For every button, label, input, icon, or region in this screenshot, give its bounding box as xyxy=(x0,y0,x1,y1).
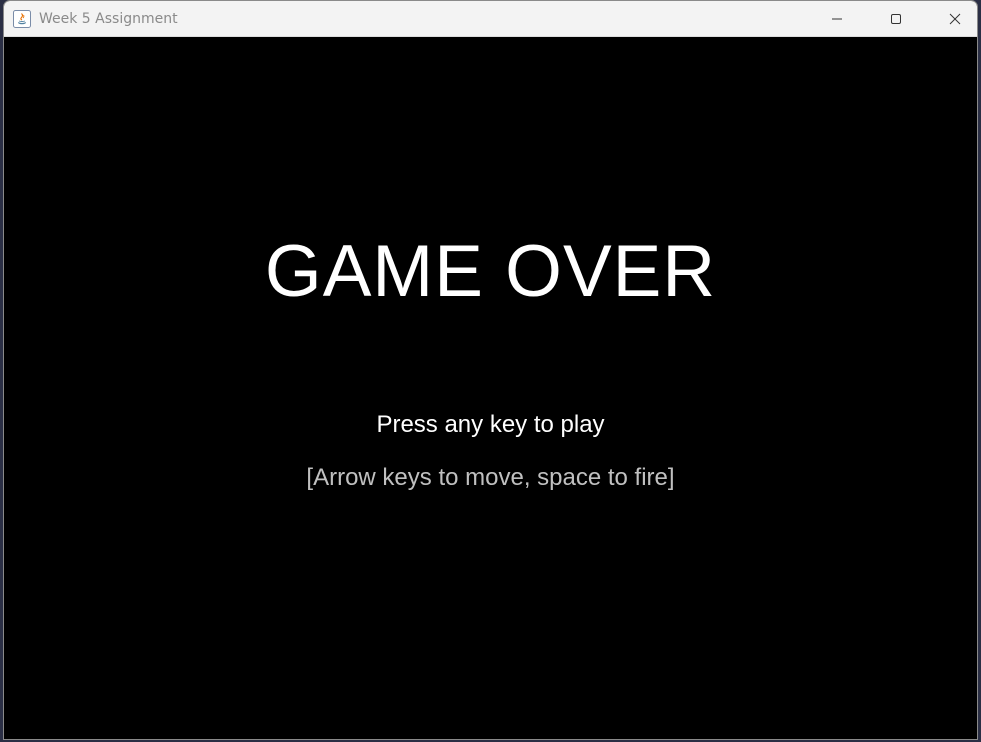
title-bar[interactable]: Week 5 Assignment xyxy=(4,1,977,37)
minimize-icon xyxy=(832,18,842,19)
controls-hint: [Arrow keys to move, space to fire] xyxy=(306,464,675,491)
close-icon xyxy=(949,13,961,24)
maximize-icon xyxy=(891,13,901,24)
application-window: Week 5 Assignment GAME OVER Press any ke… xyxy=(3,0,978,740)
game-canvas[interactable]: GAME OVER Press any key to play [Arrow k… xyxy=(4,37,977,739)
play-prompt: Press any key to play xyxy=(376,411,605,438)
close-button[interactable] xyxy=(932,1,977,36)
minimize-button[interactable] xyxy=(814,1,860,36)
maximize-button[interactable] xyxy=(873,1,919,36)
game-over-title: GAME OVER xyxy=(264,231,717,312)
window-title: Week 5 Assignment xyxy=(39,11,178,27)
java-icon[interactable] xyxy=(13,10,31,28)
